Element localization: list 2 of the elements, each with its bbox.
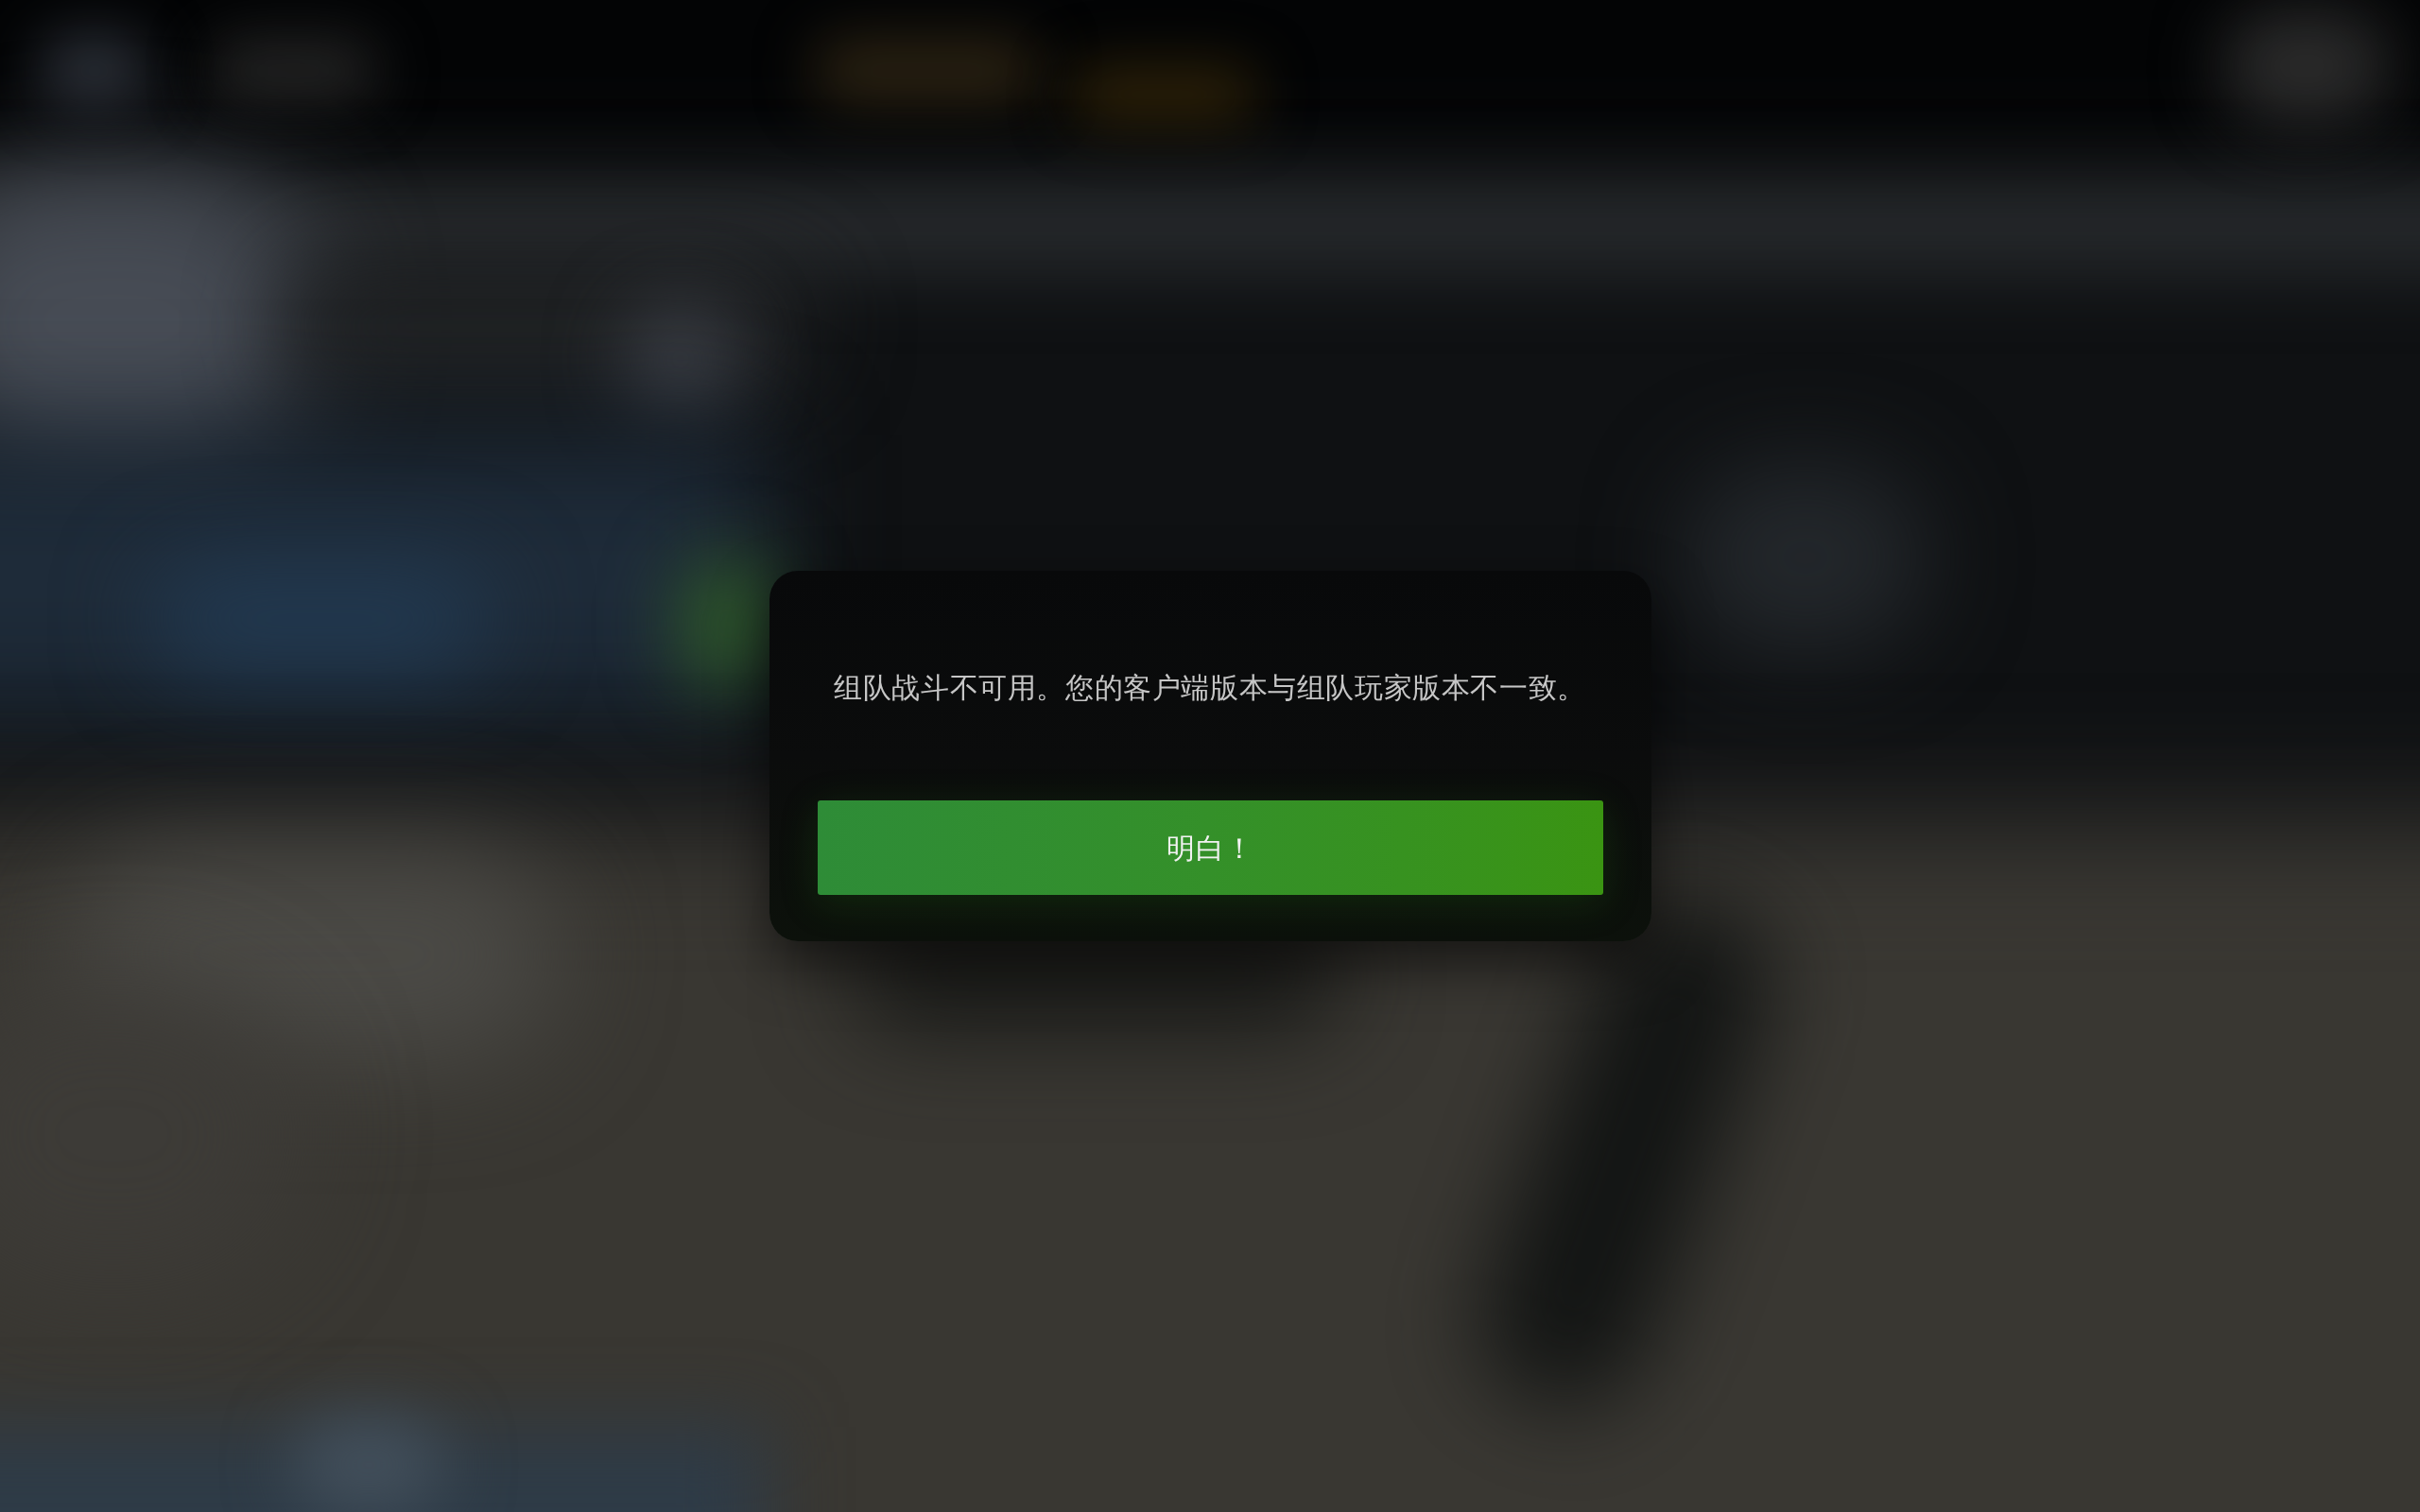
dialog-message: 组队战斗不可用。您的客户端版本与组队玩家版本不一致。 <box>834 671 1586 705</box>
confirm-button[interactable]: 明白！ <box>817 800 1603 895</box>
